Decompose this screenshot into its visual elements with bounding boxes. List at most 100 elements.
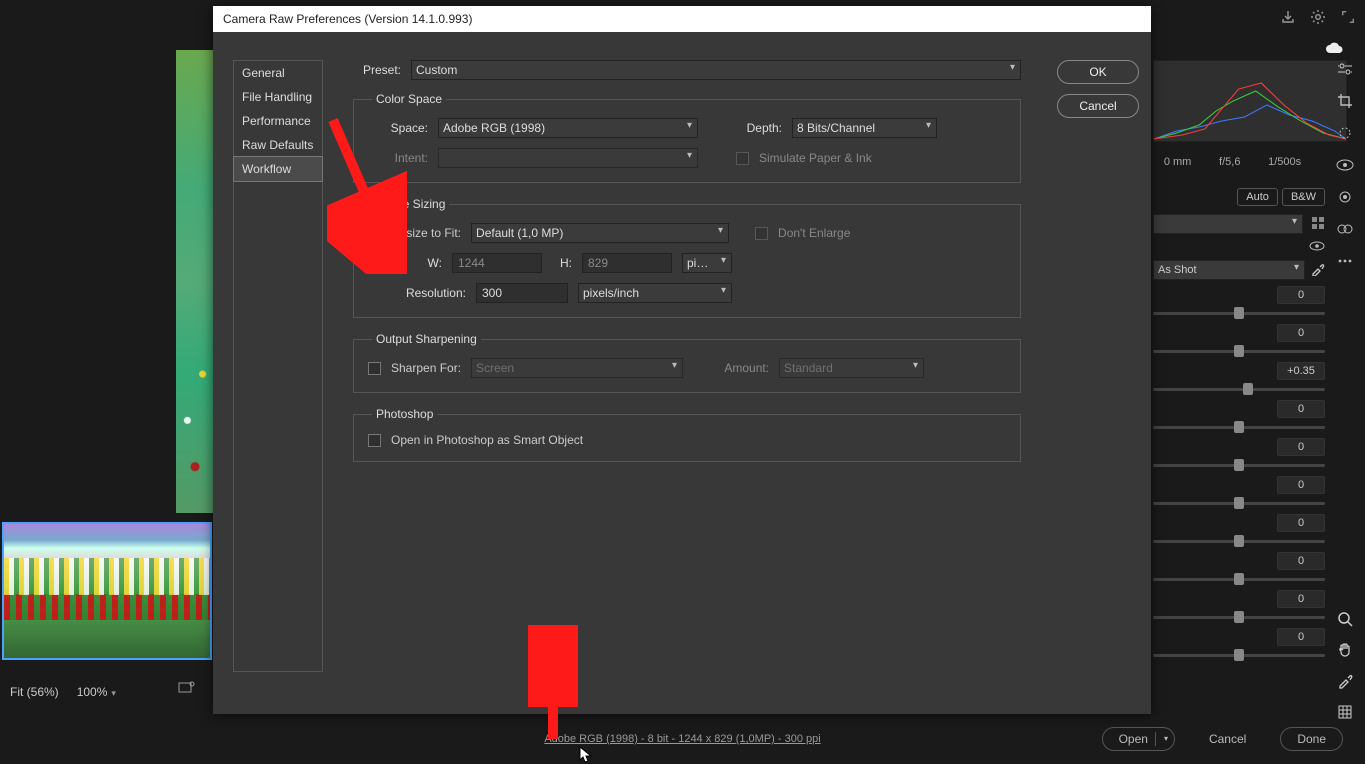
smart-object-checkbox[interactable]	[368, 434, 381, 447]
meta-aperture: f/5,6	[1219, 156, 1240, 168]
slider-thumb-1[interactable]	[1234, 345, 1244, 357]
import-icon[interactable]	[1279, 8, 1297, 26]
legend-color-space: Color Space	[372, 92, 446, 106]
slider-value-5[interactable]: 0	[1277, 476, 1325, 494]
ok-button[interactable]: OK	[1057, 60, 1139, 84]
cancel-button-main[interactable]: Cancel	[1193, 728, 1262, 750]
slider-track-4[interactable]	[1153, 456, 1325, 470]
tab-file-handling[interactable]: File Handling	[234, 85, 322, 109]
legend-photoshop: Photoshop	[372, 407, 437, 421]
open-button[interactable]: Open▾	[1102, 727, 1175, 751]
smart-object-label: Open in Photoshop as Smart Object	[391, 433, 583, 447]
slider-track-2[interactable]	[1153, 380, 1325, 394]
slider-track-5[interactable]	[1153, 494, 1325, 508]
workflow-link[interactable]: Adobe RGB (1998) - 8 bit - 1244 x 829 (1…	[544, 733, 820, 745]
tab-raw-defaults[interactable]: Raw Defaults	[234, 133, 322, 157]
edit-icon[interactable]	[1336, 60, 1354, 78]
slider-track-1[interactable]	[1153, 342, 1325, 356]
slider-thumb-2[interactable]	[1243, 383, 1253, 395]
slider-value-4[interactable]: 0	[1277, 438, 1325, 456]
slider-value-9[interactable]: 0	[1277, 628, 1325, 646]
hand-icon[interactable]	[1337, 642, 1353, 661]
slider-thumb-4[interactable]	[1234, 459, 1244, 471]
sharpen-label: Sharpen For:	[391, 361, 461, 375]
meta-focal: 0 mm	[1164, 156, 1192, 168]
filmstrip-pref-icon[interactable]	[178, 680, 196, 697]
slider-value-8[interactable]: 0	[1277, 590, 1325, 608]
slider-value-3[interactable]: 0	[1277, 400, 1325, 418]
space-select[interactable]: Adobe RGB (1998)	[438, 118, 698, 138]
auto-button[interactable]: Auto	[1237, 188, 1278, 206]
dont-enlarge-label: Don't Enlarge	[778, 226, 850, 240]
profile-browser-icon[interactable]	[1311, 216, 1325, 233]
intent-label: Intent:	[368, 151, 428, 165]
size-unit-select[interactable]: pi…	[682, 253, 732, 273]
crop-icon[interactable]	[1336, 92, 1354, 110]
eyedropper-icon[interactable]	[1311, 262, 1325, 279]
slider-value-6[interactable]: 0	[1277, 514, 1325, 532]
done-button[interactable]: Done	[1280, 727, 1343, 751]
resize-select[interactable]: Default (1,0 MP)	[471, 223, 729, 243]
slider-value-2[interactable]: +0.35	[1277, 362, 1325, 380]
preset-select[interactable]: Custom	[411, 60, 1021, 80]
zoom-fit[interactable]: Fit (56%)	[10, 685, 59, 699]
zoom-percent[interactable]: 100%▾	[77, 685, 116, 699]
slider-track-8[interactable]	[1153, 608, 1325, 622]
amount-select: Standard	[779, 358, 924, 378]
mask-eye-icon[interactable]	[1336, 156, 1354, 174]
sharpen-checkbox[interactable]	[368, 362, 381, 375]
depth-select[interactable]: 8 Bits/Channel	[792, 118, 937, 138]
slider-row-7: 0	[1153, 552, 1325, 584]
slider-value-7[interactable]: 0	[1277, 552, 1325, 570]
sharpen-select: Screen	[471, 358, 683, 378]
tab-general[interactable]: General	[234, 61, 322, 85]
slider-track-3[interactable]	[1153, 418, 1325, 432]
slider-thumb-7[interactable]	[1234, 573, 1244, 585]
slider-row-3: 0	[1153, 400, 1325, 432]
legend-output-sharpening: Output Sharpening	[372, 332, 481, 346]
resolution-unit-select[interactable]: pixels/inch	[578, 283, 732, 303]
gear-icon[interactable]	[1309, 8, 1327, 26]
slider-row-6: 0	[1153, 514, 1325, 546]
presets-icon[interactable]	[1336, 220, 1354, 238]
sampler-icon[interactable]	[1337, 673, 1353, 692]
slider-row-8: 0	[1153, 590, 1325, 622]
whitebalance-select[interactable]: As Shot	[1153, 260, 1305, 280]
heal-icon[interactable]	[1336, 124, 1354, 142]
resize-checkbox[interactable]	[368, 227, 381, 240]
height-input[interactable]	[582, 253, 672, 273]
dialog-title: Camera Raw Preferences (Version 14.1.0.9…	[213, 6, 1151, 32]
slider-thumb-9[interactable]	[1234, 649, 1244, 661]
slider-value-0[interactable]: 0	[1277, 286, 1325, 304]
group-color-space: Color Space Space: Adobe RGB (1998) Dept…	[353, 92, 1021, 183]
slider-track-7[interactable]	[1153, 570, 1325, 584]
filmstrip-thumbnail[interactable]	[2, 522, 212, 660]
slider-value-1[interactable]: 0	[1277, 324, 1325, 342]
zoom-icon[interactable]	[1337, 611, 1353, 630]
slider-thumb-0[interactable]	[1234, 307, 1244, 319]
amount-label: Amount:	[715, 361, 769, 375]
resolution-input[interactable]	[476, 283, 568, 303]
slider-thumb-3[interactable]	[1234, 421, 1244, 433]
bw-button[interactable]: B&W	[1282, 188, 1325, 206]
slider-track-0[interactable]	[1153, 304, 1325, 318]
panel-visibility-icon[interactable]	[1309, 240, 1325, 254]
width-input[interactable]	[452, 253, 542, 273]
more-icon[interactable]	[1336, 252, 1354, 270]
cancel-button[interactable]: Cancel	[1057, 94, 1139, 118]
preferences-dialog: Camera Raw Preferences (Version 14.1.0.9…	[213, 6, 1151, 714]
tab-performance[interactable]: Performance	[234, 109, 322, 133]
fullscreen-icon[interactable]	[1339, 8, 1357, 26]
slider-track-6[interactable]	[1153, 532, 1325, 546]
preset-label: Preset:	[353, 63, 401, 77]
slider-track-9[interactable]	[1153, 646, 1325, 660]
slider-thumb-8[interactable]	[1234, 611, 1244, 623]
group-output-sharpening: Output Sharpening Sharpen For: Screen Am…	[353, 332, 1021, 393]
width-label: W:	[422, 256, 442, 270]
slider-thumb-5[interactable]	[1234, 497, 1244, 509]
tab-workflow[interactable]: Workflow	[233, 156, 323, 182]
slider-row-5: 0	[1153, 476, 1325, 508]
slider-thumb-6[interactable]	[1234, 535, 1244, 547]
profile-select[interactable]	[1153, 214, 1303, 234]
redeye-icon[interactable]	[1336, 188, 1354, 206]
